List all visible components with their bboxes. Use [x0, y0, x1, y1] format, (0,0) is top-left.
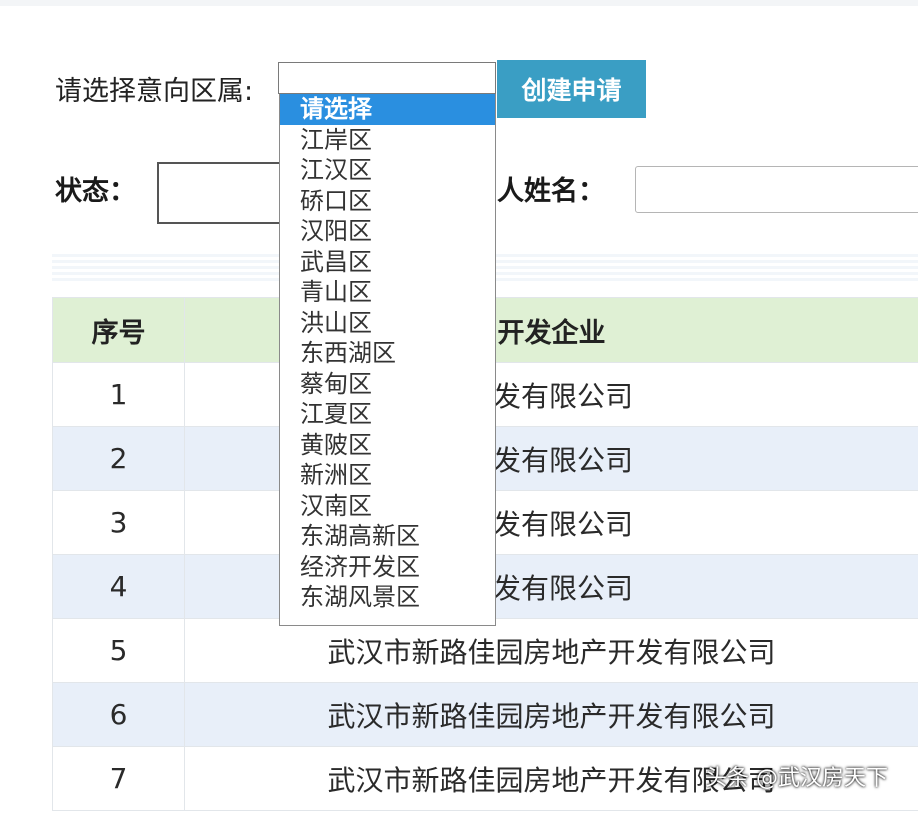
district-option[interactable]: 硚口区 — [280, 186, 495, 217]
row-index: 2 — [52, 426, 185, 491]
row-company: 武汉市新路佳园房地产开发有限公司 — [184, 618, 918, 683]
district-option[interactable]: 东湖高新区 — [280, 521, 495, 552]
top-divider — [0, 0, 918, 6]
row-index: 6 — [52, 682, 185, 747]
district-option[interactable]: 黄陂区 — [280, 430, 495, 461]
create-application-button[interactable]: 创建申请 — [497, 60, 646, 118]
status-field[interactable] — [157, 162, 282, 224]
district-option[interactable]: 江岸区 — [280, 125, 495, 156]
district-option[interactable]: 东西湖区 — [280, 338, 495, 369]
district-select[interactable] — [278, 62, 496, 94]
row-index: 3 — [52, 490, 185, 555]
district-option[interactable]: 江夏区 — [280, 399, 495, 430]
district-option[interactable]: 请选择 — [280, 94, 495, 125]
row-index: 7 — [52, 746, 185, 811]
district-option[interactable]: 东湖风景区 — [280, 582, 495, 613]
table-row[interactable]: 5 武汉市新路佳园房地产开发有限公司 — [52, 618, 918, 683]
row-index: 5 — [52, 618, 185, 683]
row-index: 4 — [52, 554, 185, 619]
row-company: 武汉市新路佳园房地产开发有限公司 — [184, 682, 918, 747]
applicant-name-input[interactable] — [635, 166, 918, 213]
district-label: 请选择意向区属: — [55, 76, 254, 107]
column-header-index[interactable]: 序号 — [52, 297, 185, 363]
district-option[interactable]: 汉阳区 — [280, 216, 495, 247]
district-dropdown-list[interactable]: 请选择 江岸区 江汉区 硚口区 汉阳区 武昌区 青山区 洪山区 东西湖区 蔡甸区 江夏区 黄陂区 新洲区… — [279, 94, 496, 626]
district-option[interactable]: 武昌区 — [280, 247, 495, 278]
table-row[interactable]: 6 武汉市新路佳园房地产开发有限公司 — [52, 682, 918, 747]
district-option[interactable]: 经济开发区 — [280, 552, 495, 583]
district-option[interactable]: 青山区 — [280, 277, 495, 308]
status-label: 状态： — [55, 176, 136, 207]
district-option[interactable]: 洪山区 — [280, 308, 495, 339]
applicant-name-label: 人姓名： — [497, 176, 605, 207]
watermark: 头条 @武汉房天下 — [705, 766, 888, 791]
district-option[interactable]: 新洲区 — [280, 460, 495, 491]
district-option[interactable]: 汉南区 — [280, 491, 495, 522]
row-index: 1 — [52, 362, 185, 427]
district-option[interactable]: 江汉区 — [280, 155, 495, 186]
district-option[interactable]: 蔡甸区 — [280, 369, 495, 400]
